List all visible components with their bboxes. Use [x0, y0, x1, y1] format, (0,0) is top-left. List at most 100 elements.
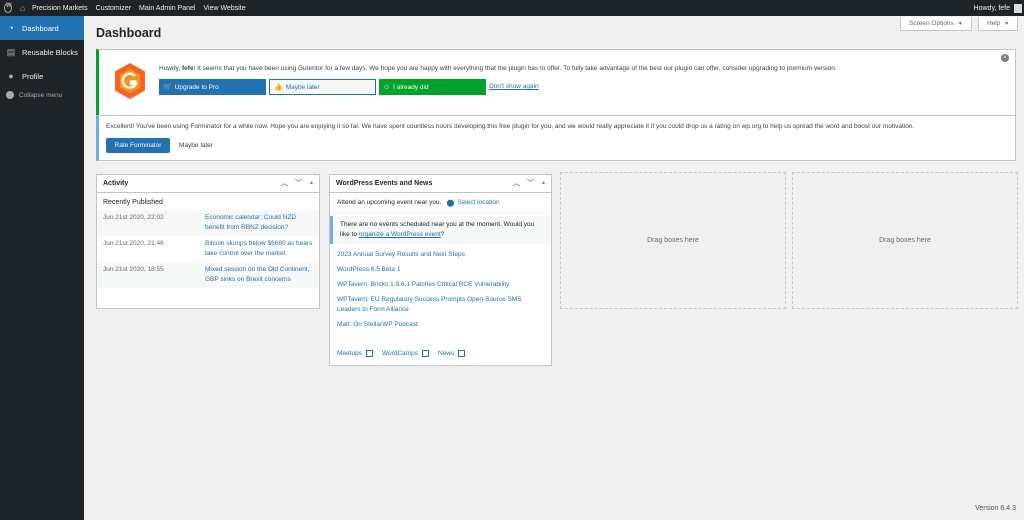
news-link[interactable]: News: [437, 350, 466, 357]
help-label: Help: [987, 20, 1001, 27]
news-item-link[interactable]: Matt: On StellarWP Podcast: [337, 320, 544, 330]
news-item-link[interactable]: WPTavern: EU Regulatory Success Prompts …: [337, 295, 544, 315]
activity-post-link[interactable]: Economic calendar: Could NZD benefit fro…: [205, 213, 313, 233]
widget-controls: ︿ ﹀ ▲: [513, 178, 546, 188]
activity-title: Activity: [103, 180, 129, 187]
events-header: WordPress Events and News ︿ ﹀ ▲: [330, 175, 551, 193]
move-up-icon[interactable]: ︿: [513, 178, 520, 188]
already-did-label: I already did: [393, 83, 429, 91]
news-item-link[interactable]: WordPress 6.5 Beta 1: [337, 265, 544, 275]
toggle-panel-icon[interactable]: ▲: [541, 180, 546, 186]
sidebar-item-label: Profile: [22, 71, 44, 81]
forminator-message: Excellent! You've been using Forminator …: [106, 123, 915, 130]
news-item-link[interactable]: WPTavern: Bricks 1.9.6.1 Patches Critica…: [337, 280, 544, 290]
sidebar-item-dashboard[interactable]: ◔ Dashboard: [0, 16, 84, 40]
maybe-later-button[interactable]: 👍 Maybe later: [269, 79, 376, 95]
admin-sidebar: ◔ Dashboard ▤ Reusable Blocks ● Profile …: [0, 16, 84, 520]
screen-options-button[interactable]: Screen Options ▼: [900, 17, 972, 31]
activity-row: Jun 21st 2020, 21:46 Bitcoin slumps belo…: [97, 236, 319, 262]
widget-controls: ︿ ﹀ ▲: [281, 178, 314, 188]
activity-date: Jun 21st 2020, 22:02: [103, 214, 164, 221]
external-link-icon: [365, 350, 373, 357]
news-item-link[interactable]: 2023 Annual Survey Results and Next Step…: [337, 250, 544, 260]
wordcamps-label: WordCamps: [381, 350, 418, 357]
caret-down-icon: ▼: [957, 20, 963, 27]
dont-show-again-link[interactable]: Don't show again: [489, 83, 539, 90]
activity-date: Jun 21st 2020, 18:55: [103, 266, 164, 273]
greeting-user: fefe: [182, 65, 194, 72]
sidebar-item-label: Dashboard: [22, 23, 59, 33]
site-name-label: Precision Markets: [32, 4, 88, 12]
events-news-widget: WordPress Events and News ︿ ﹀ ▲ Attend a…: [329, 174, 552, 366]
location-pin-icon: ⬤: [446, 199, 455, 207]
forminator-maybe-later-link[interactable]: Maybe later: [179, 142, 213, 149]
admin-bar: ⌂ Precision Markets Customizer Main Admi…: [0, 0, 1024, 16]
rate-forminator-button[interactable]: Rate Forminator: [106, 138, 170, 153]
meetups-link[interactable]: Meetups: [337, 350, 373, 357]
events-footer: Meetups WordCamps News: [337, 350, 466, 357]
activity-header: Activity ︿ ﹀ ▲: [97, 175, 319, 193]
toggle-panel-icon[interactable]: ▲: [309, 180, 314, 186]
meetups-label: Meetups: [337, 350, 362, 357]
gutentor-message: Howdy, fefe! It seems that you have been…: [159, 65, 999, 72]
upgrade-to-pro-button[interactable]: 🛒 Upgrade to Pro: [159, 79, 266, 95]
drop-zone[interactable]: Drag boxes here: [560, 172, 786, 309]
user-icon: ●: [8, 71, 14, 81]
activity-post-link[interactable]: Mixed session on the Old Continent, GBP …: [205, 265, 313, 285]
forminator-notice: Excellent! You've been using Forminator …: [96, 115, 1016, 161]
move-down-icon[interactable]: ﹀: [295, 178, 302, 188]
dashboard-icon: ◔: [8, 23, 14, 33]
external-link-icon: [421, 350, 429, 357]
activity-widget: Activity ︿ ﹀ ▲ Recently Published Jun 21…: [96, 174, 320, 309]
greeting-prefix: Howdy,: [159, 65, 182, 72]
screen-options-label: Screen Options: [909, 20, 954, 27]
collapse-icon: [6, 91, 14, 99]
upgrade-label: Upgrade to Pro: [174, 83, 219, 91]
news-list: 2023 Annual Survey Results and Next Step…: [330, 247, 551, 330]
select-location-link[interactable]: Select location: [457, 199, 499, 206]
my-account[interactable]: Howdy, fefe: [974, 3, 1024, 13]
sidebar-item-label: Reusable Blocks: [22, 47, 78, 57]
already-did-button[interactable]: ☺ I already did: [379, 79, 486, 95]
organize-event-link[interactable]: organize a WordPress event: [359, 231, 441, 238]
wp-version: Version 6.4.3: [975, 505, 1016, 512]
activity-date: Jun 21st 2020, 21:46: [103, 240, 164, 247]
recently-published-heading: Recently Published: [103, 199, 163, 206]
sidebar-item-reusable-blocks[interactable]: ▤ Reusable Blocks: [0, 40, 84, 64]
activity-post-link[interactable]: Bitcoin slumps below $6680 as bears take…: [205, 239, 313, 259]
caret-down-icon: ▼: [1004, 20, 1010, 27]
gutentor-message-text: ! It seems that you have been using Gute…: [193, 65, 837, 72]
page-title: Dashboard: [96, 26, 162, 40]
wordpress-logo-icon[interactable]: [0, 0, 16, 16]
dismiss-notice-icon[interactable]: ×: [1001, 54, 1009, 62]
home-icon: ⌂: [20, 2, 26, 13]
activity-row: Jun 21st 2020, 18:55 Mixed session on th…: [97, 262, 319, 288]
gutentor-logo-icon: [115, 63, 145, 99]
sidebar-item-label: Collapse menu: [19, 91, 63, 99]
drop-zone[interactable]: Drag boxes here: [792, 172, 1018, 309]
view-website-link[interactable]: View Website: [199, 0, 249, 16]
thumbs-up-icon: 👍: [274, 84, 283, 91]
sidebar-collapse-menu[interactable]: Collapse menu: [0, 88, 84, 102]
wordcamps-link[interactable]: WordCamps: [382, 350, 429, 357]
help-button[interactable]: Help ▼: [978, 17, 1019, 31]
no-events-notice: There are no events scheduled near you a…: [330, 216, 551, 244]
customizer-link[interactable]: Customizer: [92, 0, 135, 16]
attend-text: Attend an upcoming event near you.: [337, 199, 442, 206]
move-up-icon[interactable]: ︿: [281, 178, 288, 188]
sidebar-item-profile[interactable]: ● Profile: [0, 64, 84, 88]
move-down-icon[interactable]: ﹀: [527, 178, 534, 188]
activity-row: Jun 21st 2020, 22:02 Economic calendar: …: [97, 210, 319, 236]
external-link-icon: [458, 350, 466, 357]
no-events-suffix: ?: [440, 231, 445, 238]
cart-icon: 🛒: [163, 84, 172, 91]
smile-icon: ☺: [383, 83, 391, 91]
main-admin-panel-link[interactable]: Main Admin Panel: [135, 0, 199, 16]
site-name-link[interactable]: ⌂ Precision Markets: [16, 0, 92, 16]
main-content: Screen Options ▼ Help ▼ Dashboard Howdy,…: [84, 16, 1024, 520]
news-label: News: [437, 350, 455, 357]
events-title: WordPress Events and News: [336, 180, 433, 187]
howdy-label[interactable]: Howdy, fefe: [974, 5, 1010, 12]
attend-event-row: Attend an upcoming event near you. ⬤ Sel…: [330, 193, 551, 213]
avatar[interactable]: [1014, 3, 1022, 13]
